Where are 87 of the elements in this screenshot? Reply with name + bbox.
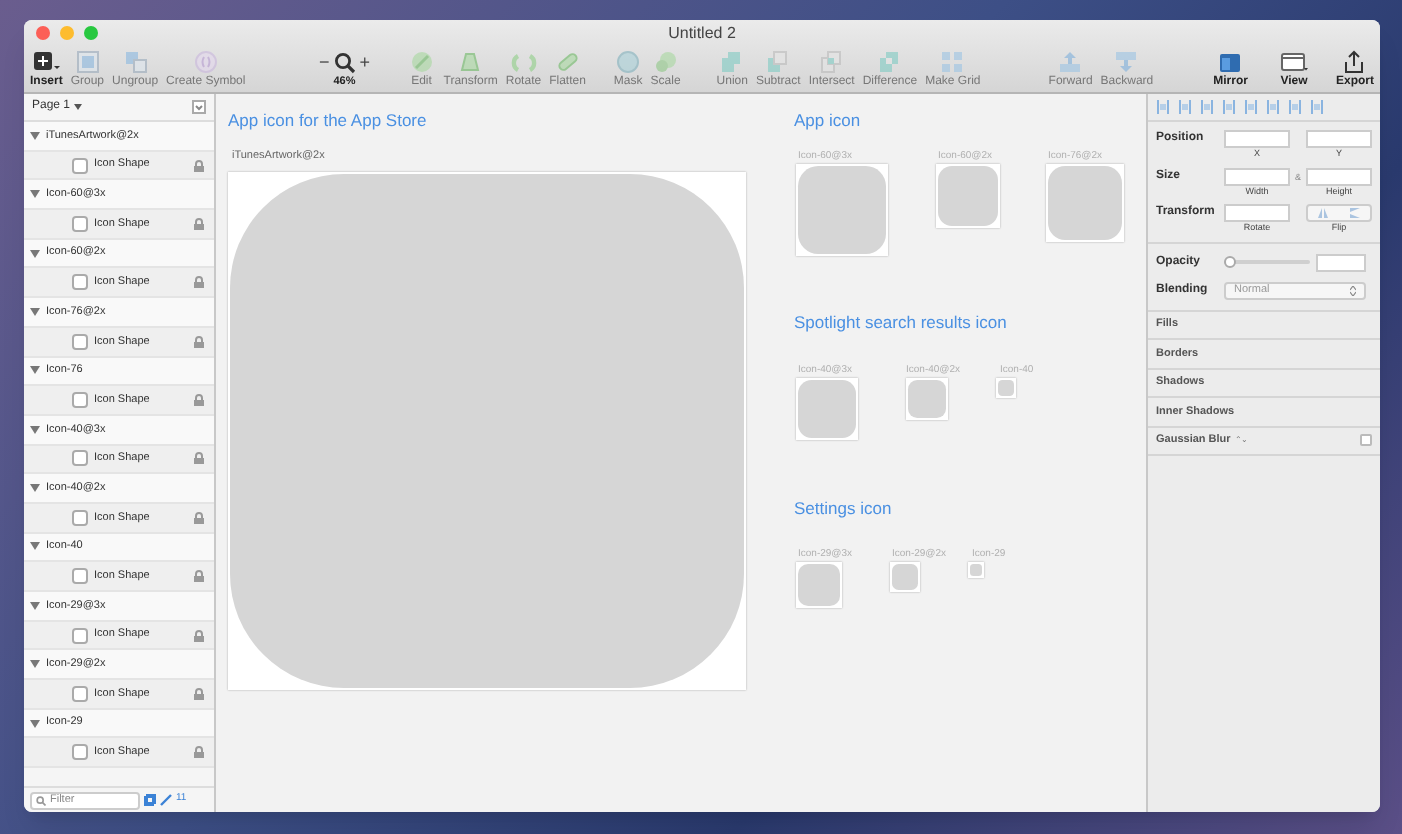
subtract-icon bbox=[764, 50, 793, 74]
stepper-icon bbox=[1350, 285, 1356, 295]
insert-icon bbox=[32, 50, 61, 74]
ungroup-icon bbox=[121, 50, 150, 74]
shape-layer-icon bbox=[72, 568, 88, 585]
section-title: App icon bbox=[794, 112, 861, 129]
flip-horizontal-icon bbox=[1318, 208, 1329, 218]
symbol-icon bbox=[191, 50, 220, 74]
align-icon[interactable] bbox=[1200, 100, 1214, 114]
shape-layer-icon bbox=[72, 509, 88, 526]
checkbox[interactable] bbox=[1360, 434, 1372, 447]
difference-icon bbox=[875, 50, 904, 74]
number-field[interactable] bbox=[1306, 167, 1372, 185]
forward-icon bbox=[1056, 50, 1085, 74]
edit-icon bbox=[407, 50, 436, 74]
number-field[interactable] bbox=[1306, 130, 1372, 148]
section-title: Settings icon bbox=[794, 500, 892, 517]
lock-icon[interactable] bbox=[194, 746, 204, 759]
export-icon bbox=[1340, 50, 1369, 74]
lock-icon[interactable] bbox=[194, 217, 204, 230]
lock-icon[interactable] bbox=[194, 687, 204, 700]
shape-layer-icon bbox=[72, 685, 88, 702]
mask-icon bbox=[614, 50, 643, 74]
mirror-icon bbox=[1216, 50, 1245, 74]
minimize-button[interactable] bbox=[60, 26, 74, 40]
section-title: Spotlight search results icon bbox=[794, 314, 1007, 331]
view-icon bbox=[1279, 50, 1308, 74]
close-button[interactable] bbox=[36, 26, 50, 40]
align-icon[interactable] bbox=[1222, 100, 1236, 114]
shape-layer-icon bbox=[72, 333, 88, 350]
transform-icon bbox=[456, 50, 485, 74]
pencil-icon[interactable] bbox=[160, 794, 172, 806]
number-field[interactable] bbox=[1224, 167, 1290, 185]
grid-icon bbox=[938, 50, 967, 74]
align-icon[interactable] bbox=[1156, 100, 1170, 114]
disclosure-triangle-icon[interactable] bbox=[30, 307, 40, 316]
shape-layer-icon bbox=[72, 392, 88, 409]
shape-layer-icon bbox=[72, 215, 88, 232]
shape-layer-icon bbox=[72, 744, 88, 761]
zoom-button[interactable] bbox=[84, 26, 98, 40]
dropdown-caret-icon bbox=[74, 104, 83, 110]
group-icon bbox=[73, 50, 102, 74]
disclosure-triangle-icon[interactable] bbox=[30, 542, 40, 551]
lock-icon[interactable] bbox=[194, 570, 204, 583]
shape-layer-icon bbox=[72, 157, 88, 174]
lock-icon[interactable] bbox=[194, 159, 204, 172]
number-field[interactable] bbox=[1224, 204, 1290, 222]
align-icon[interactable] bbox=[1288, 100, 1302, 114]
disclosure-triangle-icon[interactable] bbox=[30, 425, 40, 434]
rotate-icon bbox=[509, 50, 538, 74]
opacity-field[interactable] bbox=[1316, 253, 1366, 271]
scale-icon bbox=[651, 50, 680, 74]
search-icon bbox=[333, 52, 356, 74]
disclosure-triangle-icon[interactable] bbox=[30, 601, 40, 610]
disclosure-triangle-icon[interactable] bbox=[30, 131, 40, 140]
lock-icon[interactable] bbox=[194, 394, 204, 407]
align-icon[interactable] bbox=[1310, 100, 1324, 114]
copy-icon[interactable] bbox=[144, 794, 156, 806]
intersect-icon bbox=[817, 50, 846, 74]
disclosure-triangle-icon[interactable] bbox=[30, 719, 40, 728]
search-icon bbox=[36, 795, 46, 805]
zoom-in-button[interactable]: + bbox=[359, 54, 371, 72]
shape-layer-icon bbox=[72, 274, 88, 291]
lock-icon[interactable] bbox=[194, 276, 204, 289]
disclosure-triangle-icon[interactable] bbox=[30, 190, 40, 199]
backward-icon bbox=[1112, 50, 1141, 74]
lock-icon[interactable] bbox=[194, 452, 204, 465]
flip-control[interactable] bbox=[1306, 204, 1372, 222]
disclosure-triangle-icon[interactable] bbox=[30, 660, 40, 669]
flip-vertical-icon bbox=[1349, 208, 1360, 218]
add-page-icon[interactable] bbox=[192, 100, 206, 114]
disclosure-triangle-icon[interactable] bbox=[30, 249, 40, 258]
align-icon[interactable] bbox=[1178, 100, 1192, 114]
disclosure-triangle-icon[interactable] bbox=[30, 484, 40, 493]
align-icon[interactable] bbox=[1244, 100, 1258, 114]
section-title: App icon for the App Store bbox=[228, 112, 427, 129]
align-icon[interactable] bbox=[1266, 100, 1280, 114]
zoom-out-button[interactable]: − bbox=[318, 54, 330, 72]
lock-icon[interactable] bbox=[194, 511, 204, 524]
disclosure-triangle-icon[interactable] bbox=[30, 366, 40, 375]
lock-icon[interactable] bbox=[194, 629, 204, 642]
lock-icon[interactable] bbox=[194, 335, 204, 348]
shape-layer-icon bbox=[72, 450, 88, 467]
number-field[interactable] bbox=[1224, 130, 1290, 148]
shape-layer-icon bbox=[72, 627, 88, 644]
window-title: Untitled 2 bbox=[668, 26, 736, 43]
slider-thumb[interactable] bbox=[1224, 256, 1236, 268]
